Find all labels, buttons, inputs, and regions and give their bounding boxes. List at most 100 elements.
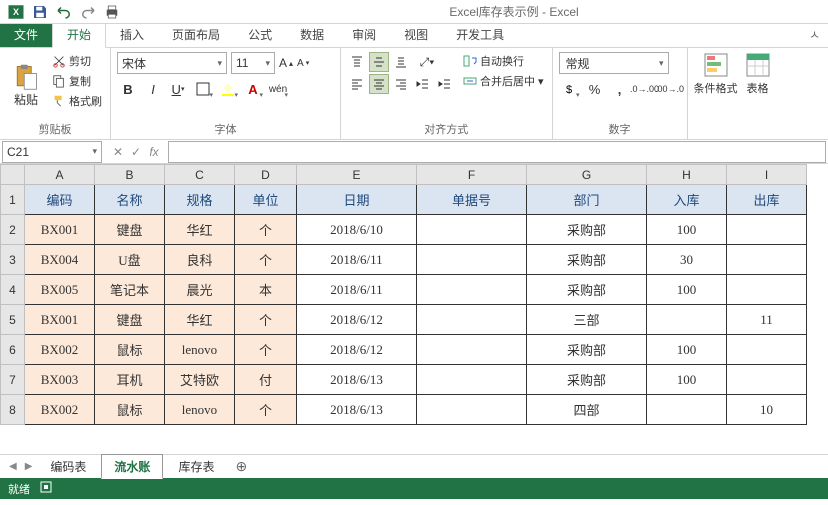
table-header-cell[interactable]: 规格 xyxy=(165,185,235,215)
col-header[interactable]: H xyxy=(647,165,727,185)
align-top-button[interactable] xyxy=(347,52,367,72)
cell[interactable]: 采购部 xyxy=(527,245,647,275)
cell[interactable]: 采购部 xyxy=(527,215,647,245)
cell[interactable]: 华红 xyxy=(165,215,235,245)
cell[interactable] xyxy=(727,335,807,365)
row-header[interactable]: 1 xyxy=(1,185,25,215)
sheet-nav-prev-icon[interactable]: ◀ xyxy=(6,461,20,472)
cell[interactable]: 2018/6/11 xyxy=(297,275,417,305)
table-header-cell[interactable]: 入库 xyxy=(647,185,727,215)
align-middle-button[interactable] xyxy=(369,52,389,72)
tab-file[interactable]: 文件 xyxy=(0,22,52,47)
cell[interactable]: 个 xyxy=(235,305,297,335)
cell[interactable] xyxy=(417,395,527,425)
row-header[interactable]: 3 xyxy=(1,245,25,275)
collapse-ribbon-icon[interactable]: ㅅ xyxy=(801,22,828,47)
format-table-button[interactable]: 表格 xyxy=(744,52,772,123)
tab-review[interactable]: 审阅 xyxy=(338,22,390,47)
quickprint-icon[interactable] xyxy=(103,3,121,21)
table-header-cell[interactable]: 单位 xyxy=(235,185,297,215)
cell[interactable]: 键盘 xyxy=(95,215,165,245)
table-header-cell[interactable]: 日期 xyxy=(297,185,417,215)
indent-decrease-button[interactable] xyxy=(413,74,433,94)
bold-button[interactable]: B xyxy=(117,78,139,100)
worksheet-grid[interactable]: ABCDEFGHI1编码名称规格单位日期单据号部门入库出库2BX001键盘华红个… xyxy=(0,164,828,454)
cell[interactable]: 10 xyxy=(727,395,807,425)
macro-record-icon[interactable] xyxy=(40,481,52,496)
cell[interactable]: 2018/6/13 xyxy=(297,395,417,425)
row-header[interactable]: 7 xyxy=(1,365,25,395)
cell[interactable] xyxy=(417,365,527,395)
comma-button[interactable]: , xyxy=(609,78,631,100)
cell[interactable]: BX001 xyxy=(25,215,95,245)
cell[interactable]: 11 xyxy=(727,305,807,335)
undo-icon[interactable] xyxy=(55,3,73,21)
sheet-tab-2[interactable]: 流水账 xyxy=(101,454,163,479)
cell[interactable]: 鼠标 xyxy=(95,395,165,425)
cell[interactable]: 三部 xyxy=(527,305,647,335)
cell[interactable]: BX002 xyxy=(25,335,95,365)
cell[interactable] xyxy=(417,305,527,335)
cell[interactable] xyxy=(417,215,527,245)
decrease-font-button[interactable]: A▾ xyxy=(297,58,309,69)
cell[interactable]: 30 xyxy=(647,245,727,275)
tab-dev[interactable]: 开发工具 xyxy=(442,22,518,47)
cell[interactable]: lenovo xyxy=(165,335,235,365)
cell[interactable]: 采购部 xyxy=(527,275,647,305)
cell[interactable]: 个 xyxy=(235,245,297,275)
col-header[interactable]: A xyxy=(25,165,95,185)
cell[interactable] xyxy=(727,245,807,275)
cell[interactable]: 个 xyxy=(235,335,297,365)
table-header-cell[interactable]: 编码 xyxy=(25,185,95,215)
cell[interactable]: 本 xyxy=(235,275,297,305)
row-header[interactable]: 5 xyxy=(1,305,25,335)
add-sheet-button[interactable]: ⊕ xyxy=(229,458,253,475)
cell[interactable]: BX005 xyxy=(25,275,95,305)
cell[interactable]: 100 xyxy=(647,365,727,395)
cell[interactable]: 采购部 xyxy=(527,365,647,395)
font-size-select[interactable]: 11 xyxy=(231,52,275,74)
tab-layout[interactable]: 页面布局 xyxy=(158,22,234,47)
cell[interactable]: 键盘 xyxy=(95,305,165,335)
underline-button[interactable]: U ▾ xyxy=(167,78,189,100)
cell[interactable]: 个 xyxy=(235,395,297,425)
cell[interactable]: 2018/6/12 xyxy=(297,305,417,335)
border-button[interactable] xyxy=(192,78,214,100)
tab-data[interactable]: 数据 xyxy=(286,22,338,47)
cell[interactable]: 个 xyxy=(235,215,297,245)
wrap-text-button[interactable]: 自动换行 xyxy=(461,52,546,70)
fx-icon[interactable]: fx xyxy=(146,145,162,159)
col-header[interactable]: E xyxy=(297,165,417,185)
save-icon[interactable] xyxy=(31,3,49,21)
redo-icon[interactable] xyxy=(79,3,97,21)
increase-font-button[interactable]: A▴ xyxy=(279,56,293,70)
cell[interactable]: 100 xyxy=(647,215,727,245)
cell[interactable]: 艾特欧 xyxy=(165,365,235,395)
cell[interactable]: 耳机 xyxy=(95,365,165,395)
cell[interactable]: 2018/6/12 xyxy=(297,335,417,365)
orientation-button[interactable]: ⤢▾ xyxy=(413,52,441,72)
cell[interactable] xyxy=(417,245,527,275)
font-color-button[interactable]: A xyxy=(242,78,264,100)
merge-center-button[interactable]: 合并后居中 ▾ xyxy=(461,72,546,90)
tab-formula[interactable]: 公式 xyxy=(234,22,286,47)
conditional-format-button[interactable]: 条件格式 xyxy=(694,52,738,123)
row-header[interactable]: 6 xyxy=(1,335,25,365)
phonetic-button[interactable]: wén xyxy=(267,78,289,100)
cell[interactable] xyxy=(647,395,727,425)
cell[interactable]: BX001 xyxy=(25,305,95,335)
cell[interactable] xyxy=(727,275,807,305)
col-header[interactable]: F xyxy=(417,165,527,185)
cut-button[interactable]: 剪切 xyxy=(50,52,104,70)
cell[interactable]: 100 xyxy=(647,335,727,365)
cell[interactable]: 良科 xyxy=(165,245,235,275)
table-header-cell[interactable]: 出库 xyxy=(727,185,807,215)
col-header[interactable]: B xyxy=(95,165,165,185)
row-header[interactable]: 2 xyxy=(1,215,25,245)
cell[interactable]: BX002 xyxy=(25,395,95,425)
enter-formula-icon[interactable]: ✓ xyxy=(128,145,144,159)
align-center-button[interactable] xyxy=(369,74,389,94)
cell[interactable]: 采购部 xyxy=(527,335,647,365)
cell[interactable] xyxy=(727,365,807,395)
align-left-button[interactable] xyxy=(347,74,367,94)
